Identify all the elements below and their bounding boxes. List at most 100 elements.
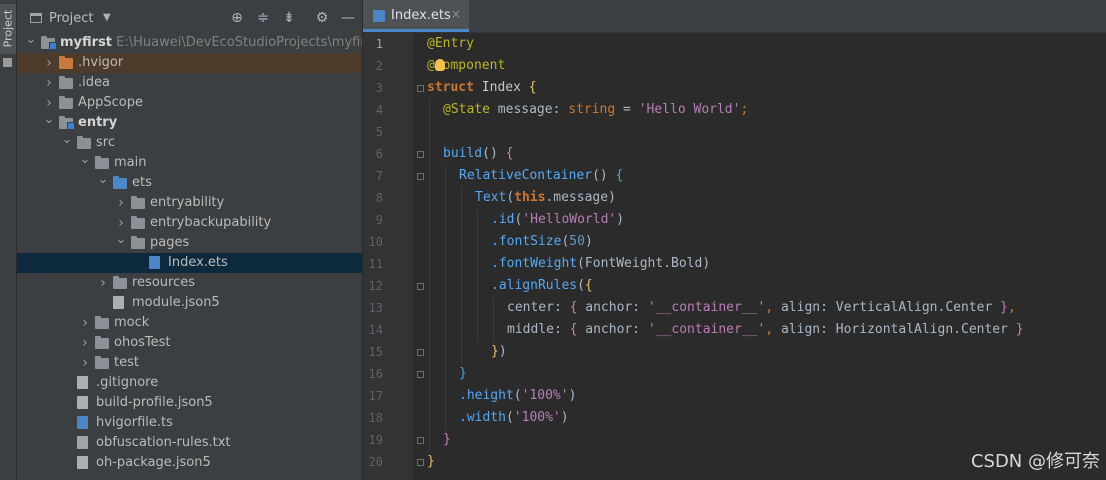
chevron-right-icon[interactable]: › (115, 213, 127, 233)
chevron-down-icon[interactable]: ⌄ (97, 173, 109, 193)
code-token: ) (608, 190, 616, 205)
folder-icon (131, 216, 145, 229)
fold-marker-icon[interactable] (417, 151, 424, 158)
code-line[interactable]: center: { anchor: '__container__', align… (507, 297, 1016, 319)
tree-row-gitignore[interactable]: .gitignore (17, 373, 362, 393)
tree-item-label: Index.ets (168, 255, 228, 270)
expand-all-icon[interactable]: ≑ (255, 10, 271, 26)
tree-row-idea[interactable]: › .idea (17, 73, 362, 93)
code-line[interactable]: .fontSize(50) (491, 231, 593, 253)
line-number: 6 (375, 147, 383, 161)
code-line[interactable]: .height('100%') (459, 385, 576, 407)
fold-marker-icon[interactable] (417, 349, 424, 356)
tree-item-label: module.json5 (132, 295, 220, 310)
structure-tool-icon[interactable] (3, 58, 12, 67)
folder-icon (131, 236, 145, 249)
indent-guide (493, 297, 494, 341)
tree-row-oh-package-json5[interactable]: oh-package.json5 (17, 453, 362, 473)
gear-icon[interactable]: ⚙ (314, 10, 330, 26)
tree-item-label: src (96, 135, 115, 150)
indent-guide (445, 165, 446, 429)
tree-row-mock[interactable]: › mock (17, 313, 362, 333)
fold-marker-icon[interactable] (417, 85, 424, 92)
code-token: 50 (569, 234, 585, 249)
folder-icon (131, 196, 145, 209)
code-token: } (443, 432, 451, 447)
project-panel: Project ▼ ⊕ ≑ ⇟ ⚙ — ⌄ myfirst E:\Huawei\D… (17, 0, 362, 480)
tree-row-build-profile-json5[interactable]: build-profile.json5 (17, 393, 362, 413)
code-line[interactable]: } (459, 363, 467, 385)
tab-index-ets[interactable]: Index.ets × (363, 0, 469, 32)
fold-marker-icon[interactable] (417, 173, 424, 180)
code-line[interactable]: struct Index { (427, 77, 537, 99)
code-line[interactable]: }) (491, 341, 507, 363)
chevron-down-icon[interactable]: ▼ (103, 12, 111, 23)
line-number-gutter[interactable]: 1 2 3 4 5 6 7 8 9 10 11 12 13 14 15 16 17 18 19 20 (363, 33, 413, 480)
chevron-down-icon[interactable]: ⌄ (115, 233, 127, 253)
chevron-right-icon[interactable]: › (43, 53, 55, 73)
tree-row-appscope[interactable]: › AppScope (17, 93, 362, 113)
code-token: () (482, 146, 506, 161)
code-token: } (491, 344, 499, 359)
code-line[interactable]: .width('100%') (459, 407, 569, 429)
tree-row-pages[interactable]: ⌄ pages (17, 233, 362, 253)
line-number: 2 (375, 59, 383, 73)
code-token: FontWeight (584, 256, 664, 271)
collapse-all-icon[interactable]: ⇟ (281, 10, 297, 26)
tree-row-hvigorfile-ts[interactable]: hvigorfile.ts (17, 413, 362, 433)
tree-row-module-json5[interactable]: module.json5 (17, 293, 362, 313)
tree-row-index-ets[interactable]: Index.ets (17, 253, 362, 273)
chevron-right-icon[interactable]: › (79, 313, 91, 333)
code-line[interactable]: RelativeContainer() { (459, 165, 623, 187)
chevron-right-icon[interactable]: › (79, 353, 91, 373)
fold-marker-icon[interactable] (417, 371, 424, 378)
chevron-down-icon[interactable]: ⌄ (25, 33, 37, 53)
ets-file-icon (149, 256, 160, 269)
tree-row-myfirst[interactable]: ⌄ myfirst E:\Huawei\DevEcoStudioProjects\… (17, 33, 362, 53)
fold-marker-icon[interactable] (417, 283, 424, 290)
code-line[interactable]: .fontWeight(FontWeight.Bold) (491, 253, 710, 275)
chevron-right-icon[interactable]: › (43, 93, 55, 113)
tree-row-ohostest[interactable]: › ohosTest (17, 333, 362, 353)
chevron-down-icon[interactable]: ⌄ (43, 113, 55, 133)
folder-icon (59, 96, 73, 109)
minimize-icon[interactable]: — (340, 10, 356, 26)
project-tool-window-tab[interactable]: Project (0, 4, 16, 54)
tree-row-ets[interactable]: ⌄ ets (17, 173, 362, 193)
chevron-down-icon[interactable]: ⌄ (61, 133, 73, 153)
code-line[interactable]: .id('HelloWorld') (491, 209, 624, 231)
intention-bulb-icon[interactable] (435, 59, 445, 71)
code-token: VerticalAlign (835, 300, 938, 315)
code-area[interactable]: @Entry @Component struct Index {@State mes… (427, 33, 1106, 480)
chevron-down-icon[interactable]: ⌄ (79, 153, 91, 173)
chevron-right-icon[interactable]: › (115, 193, 127, 213)
chevron-right-icon[interactable]: › (79, 333, 91, 353)
close-icon[interactable]: × (451, 7, 461, 21)
tree-row-entrybackupability[interactable]: › entrybackupability (17, 213, 362, 233)
code-line[interactable]: @Entry (427, 33, 474, 55)
tree-row-src[interactable]: ⌄ src (17, 133, 362, 153)
code-token: , (765, 300, 781, 315)
tree-item-label: main (114, 155, 147, 170)
code-line[interactable]: } (427, 451, 435, 473)
code-line[interactable]: Text(this.message) (475, 187, 616, 209)
tree-row-resources[interactable]: › resources (17, 273, 362, 293)
code-line[interactable]: .alignRules({ (491, 275, 593, 297)
code-line[interactable]: @State message: string = 'Hello World'; (443, 99, 748, 121)
tree-row-hvigor[interactable]: › .hvigor (17, 53, 362, 73)
code-line[interactable]: build() { (443, 143, 513, 165)
chevron-right-icon[interactable]: › (97, 273, 109, 293)
code-token: string (568, 102, 616, 117)
code-line[interactable]: middle: { anchor: '__container__', align… (507, 319, 1024, 341)
project-panel-title[interactable]: Project (49, 11, 93, 26)
chevron-right-icon[interactable]: › (43, 73, 55, 93)
tree-row-obfuscation-rules-txt[interactable]: obfuscation-rules.txt (17, 433, 362, 453)
code-line[interactable]: } (443, 429, 451, 451)
fold-marker-icon[interactable] (417, 437, 424, 444)
tree-row-test[interactable]: › test (17, 353, 362, 373)
tree-row-entry[interactable]: ⌄ entry (17, 113, 362, 133)
fold-marker-icon[interactable] (417, 459, 424, 466)
crosshair-icon[interactable]: ⊕ (229, 10, 245, 26)
tree-row-main[interactable]: ⌄ main (17, 153, 362, 173)
tree-row-entryability[interactable]: › entryability (17, 193, 362, 213)
